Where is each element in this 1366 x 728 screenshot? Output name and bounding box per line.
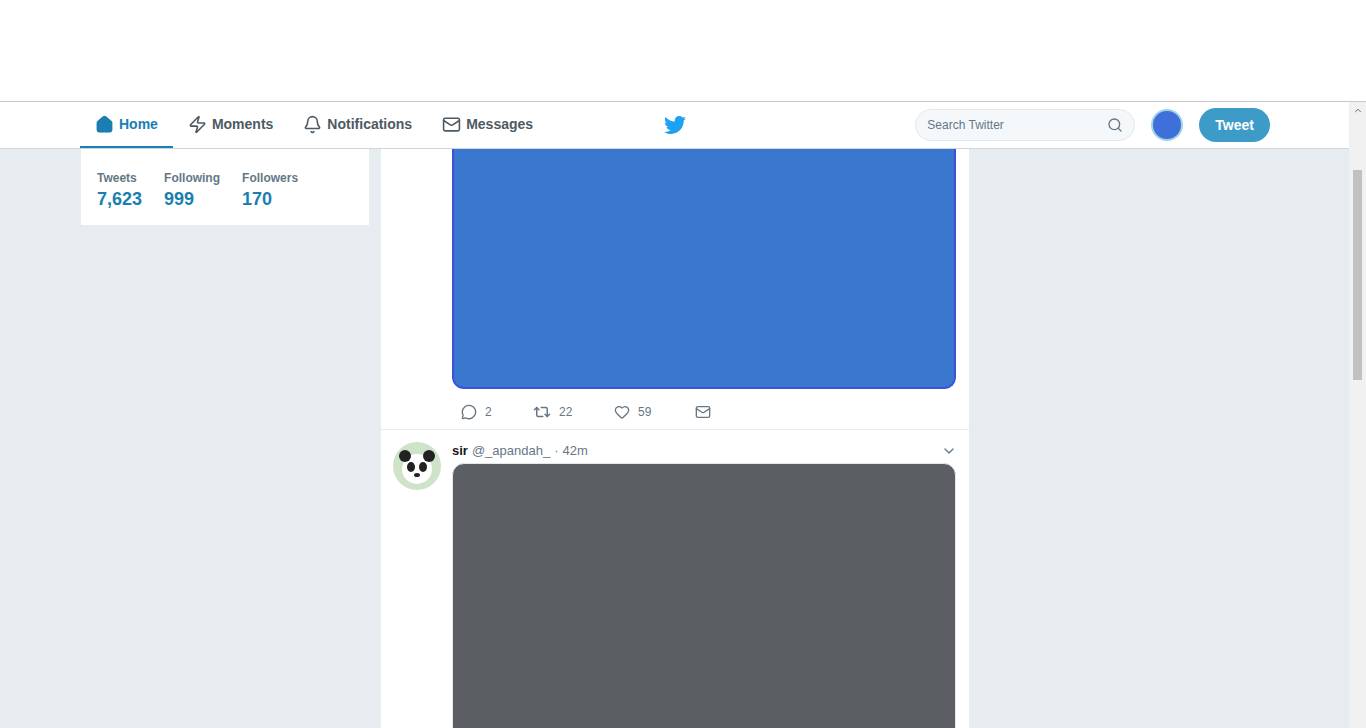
nav-bar: HomeMomentsNotificationsMessages Search T… xyxy=(0,102,1349,149)
retweet-action[interactable]: 22 xyxy=(533,403,614,421)
search-icon[interactable] xyxy=(1107,117,1123,133)
home-icon xyxy=(95,115,114,134)
heart-icon xyxy=(614,404,630,420)
content: HomeMomentsNotificationsMessages Search T… xyxy=(0,102,1349,728)
retweet-icon xyxy=(533,403,551,421)
search-field[interactable]: Search Twitter xyxy=(915,109,1135,141)
reply-action[interactable]: 2 xyxy=(461,403,533,421)
scrollbar-thumb[interactable] xyxy=(1353,170,1362,380)
tweet-header: sir@_apandah_·42m xyxy=(452,442,957,459)
nav-tab[interactable]: Home xyxy=(80,102,173,148)
tweet[interactable]: 22259 xyxy=(381,149,969,430)
nav-tab[interactable]: Moments xyxy=(173,102,288,148)
author-name[interactable]: sir xyxy=(452,441,468,461)
page: HomeMomentsNotificationsMessages Search T… xyxy=(0,0,1366,728)
profile-stat[interactable]: Followers170 xyxy=(242,169,298,211)
tweet-media[interactable] xyxy=(452,463,956,728)
user-avatar[interactable] xyxy=(1151,109,1183,141)
twitter-bird-icon[interactable] xyxy=(664,114,686,136)
nav-tab[interactable]: Messages xyxy=(427,102,548,148)
scrollbar[interactable] xyxy=(1349,102,1366,728)
scroll-up-icon[interactable] xyxy=(1353,102,1363,119)
lightning-icon xyxy=(188,115,207,134)
nav-right: Search Twitter Tweet xyxy=(686,108,1270,142)
profile-card: Tweets7,623 Following999 Followers170 xyxy=(81,149,369,225)
timeline: 22259sir@_apandah_·42m xyxy=(381,149,969,728)
profile-stat[interactable]: Tweets7,623 xyxy=(97,169,142,211)
top-blank xyxy=(0,0,1366,102)
like-action[interactable]: 59 xyxy=(614,403,695,421)
chevron-down-icon[interactable] xyxy=(941,443,957,459)
reply-icon xyxy=(461,404,477,420)
nav-tab[interactable]: Notifications xyxy=(288,102,427,148)
profile-stat[interactable]: Following999 xyxy=(164,169,220,211)
tweet-button[interactable]: Tweet xyxy=(1199,108,1270,142)
viewport: HomeMomentsNotificationsMessages Search T… xyxy=(0,102,1366,728)
tweet-time[interactable]: 42m xyxy=(563,441,588,461)
tweet[interactable]: sir@_apandah_·42m xyxy=(381,430,969,728)
author-handle[interactable]: @_apandah_ xyxy=(472,441,550,461)
tweet-media[interactable] xyxy=(452,149,956,389)
nav-tabs: HomeMomentsNotificationsMessages xyxy=(80,102,664,148)
direct-message-icon[interactable] xyxy=(695,404,711,420)
panda-avatar-icon[interactable] xyxy=(393,442,441,490)
bell-icon xyxy=(303,115,322,134)
body: Tweets7,623Following999Followers17022259… xyxy=(0,149,1349,728)
tweet-actions: 22259 xyxy=(461,403,969,421)
envelope-icon xyxy=(442,115,461,134)
